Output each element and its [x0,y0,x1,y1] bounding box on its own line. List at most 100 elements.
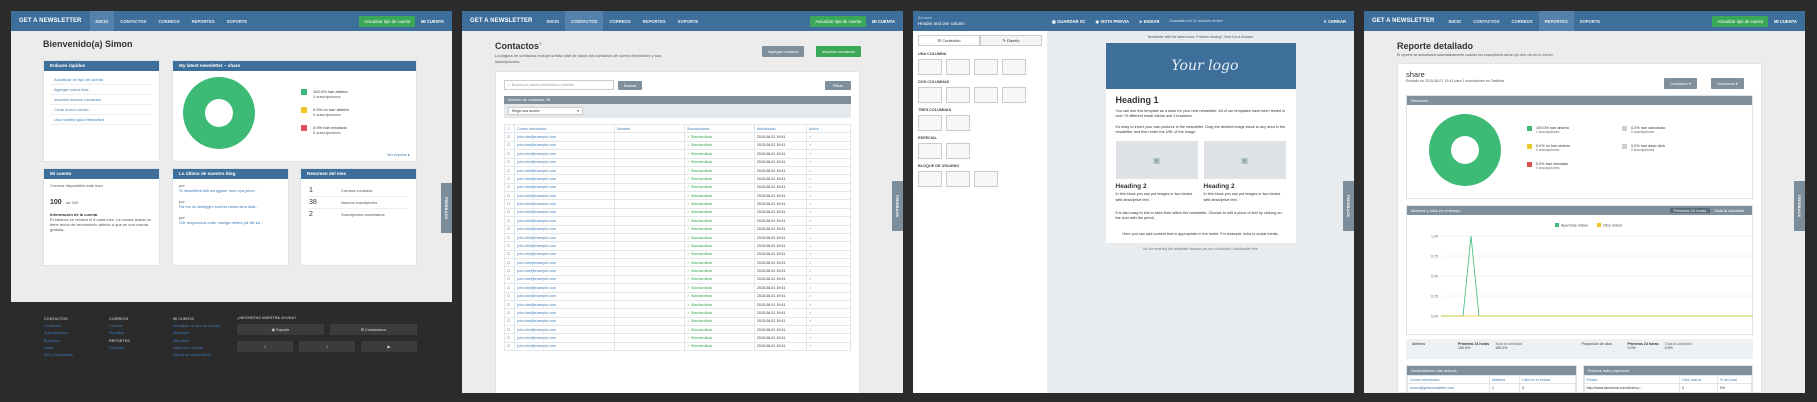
table-row[interactable]: ☐ john.doe@example.com ✓ Standardlista 2015… [504,207,851,218]
table-row[interactable]: ☐ john.doe@example.com ✓ Standardlista 2015… [504,257,851,268]
brand-logo[interactable]: GET A NEWSLETTER [462,18,541,24]
col-name[interactable]: Nombre [614,123,685,134]
table-row[interactable]: ☐ john.doe@example.com ✓ Standardlista 2015… [504,249,851,260]
footer-text[interactable]: Here you can add content that is appropr… [1116,232,1286,237]
brand-logo[interactable]: GET A NEWSLETTER [1364,18,1443,24]
nav-reportes[interactable]: REPORTES [637,11,672,31]
image-placeholder[interactable]: ▣ [1115,141,1198,180]
row-checkbox[interactable]: ☐ [504,333,515,343]
filter-button[interactable]: Filtrar [824,80,851,90]
table-row[interactable]: ☐ john.doe@example.com ✓ Standardlista 2015… [504,216,851,226]
table-row[interactable]: ☐ john.doe@example.com ✓ Standardlista 2015… [504,157,851,167]
search-input[interactable]: ⌕ Busca por correo electrónico o nombre [504,80,614,90]
nav-reportes[interactable]: REPORTES [186,11,221,31]
nav-soporte[interactable]: SOPORTE [672,11,704,31]
table-row[interactable]: ☐ john.doe@example.com ✓ Standardlista 2015… [504,266,851,276]
col-subscriptions[interactable]: Suscripciones [684,123,755,134]
paragraph[interactable]: You can use this template as a base for … [1116,109,1286,120]
row-checkbox[interactable]: ☐ [504,299,515,310]
quick-link[interactable]: Usa nuestra guía interactiva [50,115,153,125]
blog-post-link[interactable]: Ra har du åntliggim sortera bland dina l… [179,204,282,209]
col-opens[interactable]: Abiertos [1488,374,1521,385]
contact-email[interactable]: john.doe@example.com [514,199,615,209]
table-row[interactable]: ☐ john.doe@example.com ✓ Standardlista 2015… [504,241,851,251]
contact-email[interactable]: john.doe@example.com [514,174,615,184]
layout-block[interactable] [946,59,970,75]
col-unique-clicks[interactable]: Clics únicos [1678,374,1718,385]
feedback-tab[interactable]: FEEDBACK [892,181,903,231]
nav-contactos[interactable]: CONTACTOS [565,11,604,31]
contact-email[interactable]: john.doe@example.com [514,132,615,142]
col-email[interactable]: Correo electrónico [514,123,615,134]
contact-email[interactable]: john.doe@example.com [514,308,615,318]
table-row[interactable]: ☐ john.doe@example.com ✓ Standardlista 2015… [504,132,851,142]
layout-block[interactable] [1002,59,1026,75]
account-menu[interactable]: MI CUENTA [415,19,452,24]
layout-block[interactable] [946,87,970,103]
row-checkbox[interactable]: ☐ [504,308,515,318]
col-email[interactable]: Correo electrónico [1407,374,1490,385]
nav-soporte[interactable]: SOPORTE [1574,11,1606,31]
table-row[interactable]: ☐ john.doe@example.com ✓ Standardlista 2015… [504,274,851,285]
view-in-browser[interactable]: Newsletter with the latest news. Problem… [1047,31,1354,43]
paragraph[interactable]: In this block you can put images in two … [1204,192,1286,203]
nav-contactos[interactable]: CONTACTOS [114,11,152,31]
layout-block[interactable] [918,87,942,103]
contact-email[interactable]: john.doe@example.com [514,291,615,301]
table-row[interactable]: ☐ john.doe@example.com ✓ Standardlista 2015… [504,291,851,301]
contact-email[interactable]: john.doe@example.com [514,249,615,260]
tab-all-activity[interactable]: Toda la actividad [1710,208,1748,213]
col-percent[interactable]: % del total [1716,374,1753,385]
row-checkbox[interactable]: ☐ [504,241,515,251]
row-checkbox[interactable]: ☐ [504,149,515,159]
col-active[interactable]: Activo [806,123,851,134]
blog-post-link[interactable]: Gör responsiva order vanlige delera på d… [179,220,282,225]
col-updated[interactable]: Actualizado [754,123,807,134]
select-all-checkbox[interactable]: ☐ [504,123,515,134]
row-checkbox[interactable]: ☐ [504,207,515,218]
contact-email[interactable]: john.doe@example.com [514,341,615,352]
footer-link[interactable]: Plantillas [109,330,130,337]
contact-email[interactable]: john.doe@example.com [514,224,615,234]
table-row[interactable]: ☐ john.doe@example.com ✓ Standardlista 2015… [504,182,851,193]
footer-link[interactable]: Listas [44,345,73,352]
col-link[interactable]: Enlace [1583,374,1680,385]
add-contact-button[interactable]: Agregar contacto [762,46,805,57]
contact-email[interactable]: john.doe@example.com [514,140,615,151]
table-row[interactable]: ☐ john.doe@example.com ✓ Standardlista 2015… [504,333,851,343]
nav-inicio[interactable]: INICIO [89,11,115,31]
row-checkbox[interactable]: ☐ [504,232,515,243]
table-row[interactable]: ☐ john.doe@example.com ✓ Standardlista 2015… [504,224,851,234]
layout-block[interactable] [918,171,942,187]
row-checkbox[interactable]: ☐ [504,224,515,234]
tab-content[interactable]: ☰ Contenido [918,35,980,46]
layout-block[interactable] [946,143,970,159]
account-menu[interactable]: MI CUENTA [866,19,903,24]
row-checkbox[interactable]: ☐ [504,316,515,327]
nav-inicio[interactable]: INICIO [1443,11,1468,31]
table-row[interactable]: ☐ john.doe@example.com ✓ Standardlista 2015… [504,316,851,327]
layout-block[interactable] [974,87,998,103]
feedback-tab[interactable]: FEEDBACK [441,183,452,233]
row-checkbox[interactable]: ☐ [504,182,515,193]
contact-email[interactable]: john.doe@example.com [514,149,615,159]
footer-link[interactable]: Ayuda sin vencimiento [173,352,223,359]
row-checkbox[interactable]: ☐ [504,291,515,301]
row-checkbox[interactable]: ☐ [504,199,515,209]
table-row[interactable]: ☐ john.doe@example.com ✓ Standardlista 2015… [504,283,851,293]
nav-reportes[interactable]: REPORTES [1538,11,1574,31]
contact-email[interactable]: john.doe@example.com [514,283,615,293]
layout-block[interactable] [918,143,942,159]
table-row[interactable]: ☐ john.doe@example.com ✓ Standardlista 2015… [504,199,851,209]
heading-1[interactable]: Heading 1 [1116,95,1286,105]
view-report-link[interactable]: Ver reporte ▸ [387,152,410,157]
layout-block[interactable] [946,171,970,187]
contact-email[interactable]: john.doe@example.com [514,165,615,176]
heading-2[interactable]: Heading 2 [1116,183,1198,190]
row-checkbox[interactable]: ☐ [504,249,515,260]
contact-email[interactable]: john.doe@example.com [514,232,615,243]
feedback-tab[interactable]: FEEDBACK [1794,181,1805,231]
nav-correos[interactable]: CORREOS [152,11,185,31]
compare-button[interactable]: Comparar ▾ [1664,78,1697,89]
layout-block[interactable] [918,115,942,131]
